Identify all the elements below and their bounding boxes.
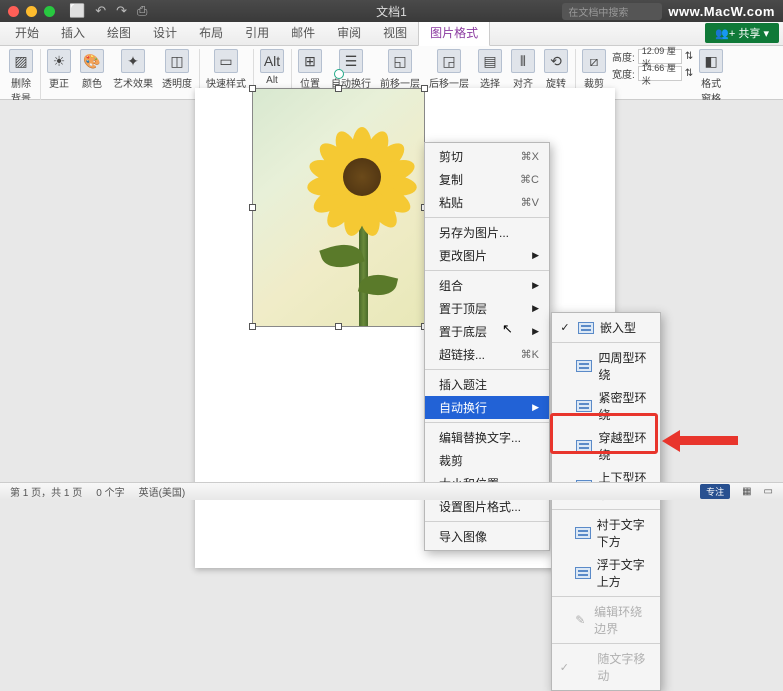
rotate-button[interactable]: ⟲旋转 (541, 49, 576, 90)
position-button[interactable]: ⊞位置 (295, 49, 325, 90)
menu-copy[interactable]: 复制⌘C (425, 168, 549, 191)
annotation-arrow (662, 432, 738, 450)
page-indicator[interactable]: 第 1 页，共 1 页 (10, 484, 82, 499)
print-icon[interactable]: ⎙ (137, 3, 147, 19)
tab-design[interactable]: 设计 (142, 20, 188, 45)
resize-handle[interactable] (421, 85, 428, 92)
tab-picture-format[interactable]: 图片格式 (418, 19, 490, 46)
menu-save-as-picture[interactable]: 另存为图片... (425, 221, 549, 244)
wrap-tight[interactable]: 紧密型环绕 (552, 386, 660, 426)
menu-insert-caption[interactable]: 插入题注 (425, 373, 549, 396)
qat: ⬜ ↶ ↷ ⎙ (69, 3, 147, 19)
watermark: www.MacW.com (668, 4, 775, 19)
wrap-behind-text[interactable]: 衬于文字下方 (552, 513, 660, 553)
menu-bring-front[interactable]: 置于顶层▶ (425, 297, 549, 320)
resize-handle[interactable] (249, 323, 256, 330)
minimize-icon[interactable] (26, 6, 37, 17)
resize-handle[interactable] (249, 204, 256, 211)
resize-handle[interactable] (335, 323, 342, 330)
wrap-move-with-text: ✓随文字移动 (552, 647, 660, 687)
focus-mode[interactable]: 专注 (700, 484, 730, 499)
align-button[interactable]: ⫴对齐 (508, 49, 538, 90)
menu-crop[interactable]: 裁剪 (425, 449, 549, 472)
remove-bg-button[interactable]: ▨删除 背景 (6, 49, 41, 105)
wrap-inline[interactable]: ✓嵌入型 (552, 316, 660, 339)
quick-styles-button[interactable]: ▭快速样式 (203, 49, 254, 90)
menu-send-back[interactable]: 置于底层▶ (425, 320, 549, 343)
menu-wrap-text[interactable]: 自动换行▶ (425, 396, 549, 419)
color-button[interactable]: 🎨颜色 (77, 49, 107, 90)
wrap-through[interactable]: 穿越型环绕 (552, 426, 660, 466)
wrap-submenu: ✓嵌入型 四周型环绕 紧密型环绕 穿越型环绕 上下型环绕 衬于文字下方 浮于文字… (551, 312, 661, 691)
tab-view[interactable]: 视图 (372, 20, 418, 45)
zoom-icon[interactable] (44, 6, 55, 17)
tab-review[interactable]: 审阅 (326, 20, 372, 45)
width-label: 宽度: (612, 66, 635, 81)
word-count[interactable]: 0 个字 (96, 484, 124, 499)
view-print-icon[interactable]: ▦ (742, 486, 751, 497)
document-title: 文档1 (376, 3, 407, 20)
statusbar: 第 1 页，共 1 页 0 个字 英语(美国) 专注 ▦ ▭ (0, 482, 783, 500)
selected-image[interactable] (252, 88, 425, 327)
tab-insert[interactable]: 插入 (50, 20, 96, 45)
tab-references[interactable]: 引用 (234, 20, 280, 45)
tab-home[interactable]: 开始 (4, 20, 50, 45)
wrap-edit-boundary: ✎编辑环绕边界 (552, 600, 660, 640)
resize-handle[interactable] (249, 85, 256, 92)
save-icon[interactable]: ⬜ (69, 3, 85, 19)
ribbon-tabs: 开始 插入 绘图 设计 布局 引用 邮件 审阅 视图 图片格式 👥+ 共享 ▾ (0, 22, 783, 46)
menu-hyperlink[interactable]: 超链接...⌘K (425, 343, 549, 366)
crop-button[interactable]: ⧄裁剪 (579, 49, 609, 90)
titlebar: ⬜ ↶ ↷ ⎙ 文档1 在文档中搜索 www.MacW.com (0, 0, 783, 22)
close-icon[interactable] (8, 6, 19, 17)
share-button[interactable]: 👥+ 共享 ▾ (705, 23, 779, 43)
width-input[interactable]: 14.66 厘米 (638, 66, 682, 81)
redo-icon[interactable]: ↷ (116, 3, 127, 19)
tab-mail[interactable]: 邮件 (280, 20, 326, 45)
undo-icon[interactable]: ↶ (95, 3, 106, 19)
menu-edit-alt-text[interactable]: 编辑替换文字... (425, 426, 549, 449)
language[interactable]: 英语(美国) (139, 484, 186, 499)
back-layer-button[interactable]: ◱前移一层 (377, 49, 423, 90)
menu-change-picture[interactable]: 更改图片▶ (425, 244, 549, 267)
tab-layout[interactable]: 布局 (188, 20, 234, 45)
menu-cut[interactable]: 剪切⌘X (425, 145, 549, 168)
forward-layer-button[interactable]: ◲后移一层 (426, 49, 472, 90)
artistic-button[interactable]: ✦艺术效果 (110, 49, 156, 90)
size-inputs: 高度:12.09 厘米⇅ 宽度:14.66 厘米⇅ (612, 49, 693, 81)
corrections-button[interactable]: ☀更正 (44, 49, 74, 90)
search-input[interactable]: 在文档中搜索 (562, 3, 662, 20)
sunflower-image (253, 89, 424, 326)
window-controls (8, 6, 55, 17)
view-web-icon[interactable]: ▭ (764, 486, 773, 497)
document-area (0, 100, 783, 482)
menu-group[interactable]: 组合▶ (425, 274, 549, 297)
transparency-button[interactable]: ◫透明度 (159, 49, 200, 90)
tab-draw[interactable]: 绘图 (96, 20, 142, 45)
format-pane-button[interactable]: ◧格式 窗格 (696, 49, 726, 105)
menu-paste[interactable]: 粘贴⌘V (425, 191, 549, 214)
wrap-square[interactable]: 四周型环绕 (552, 346, 660, 386)
rotate-handle[interactable] (334, 69, 344, 79)
wrap-in-front[interactable]: 浮于文字上方 (552, 553, 660, 593)
height-label: 高度: (612, 49, 635, 64)
resize-handle[interactable] (335, 85, 342, 92)
menu-import-image[interactable]: 导入图像 (425, 525, 549, 548)
